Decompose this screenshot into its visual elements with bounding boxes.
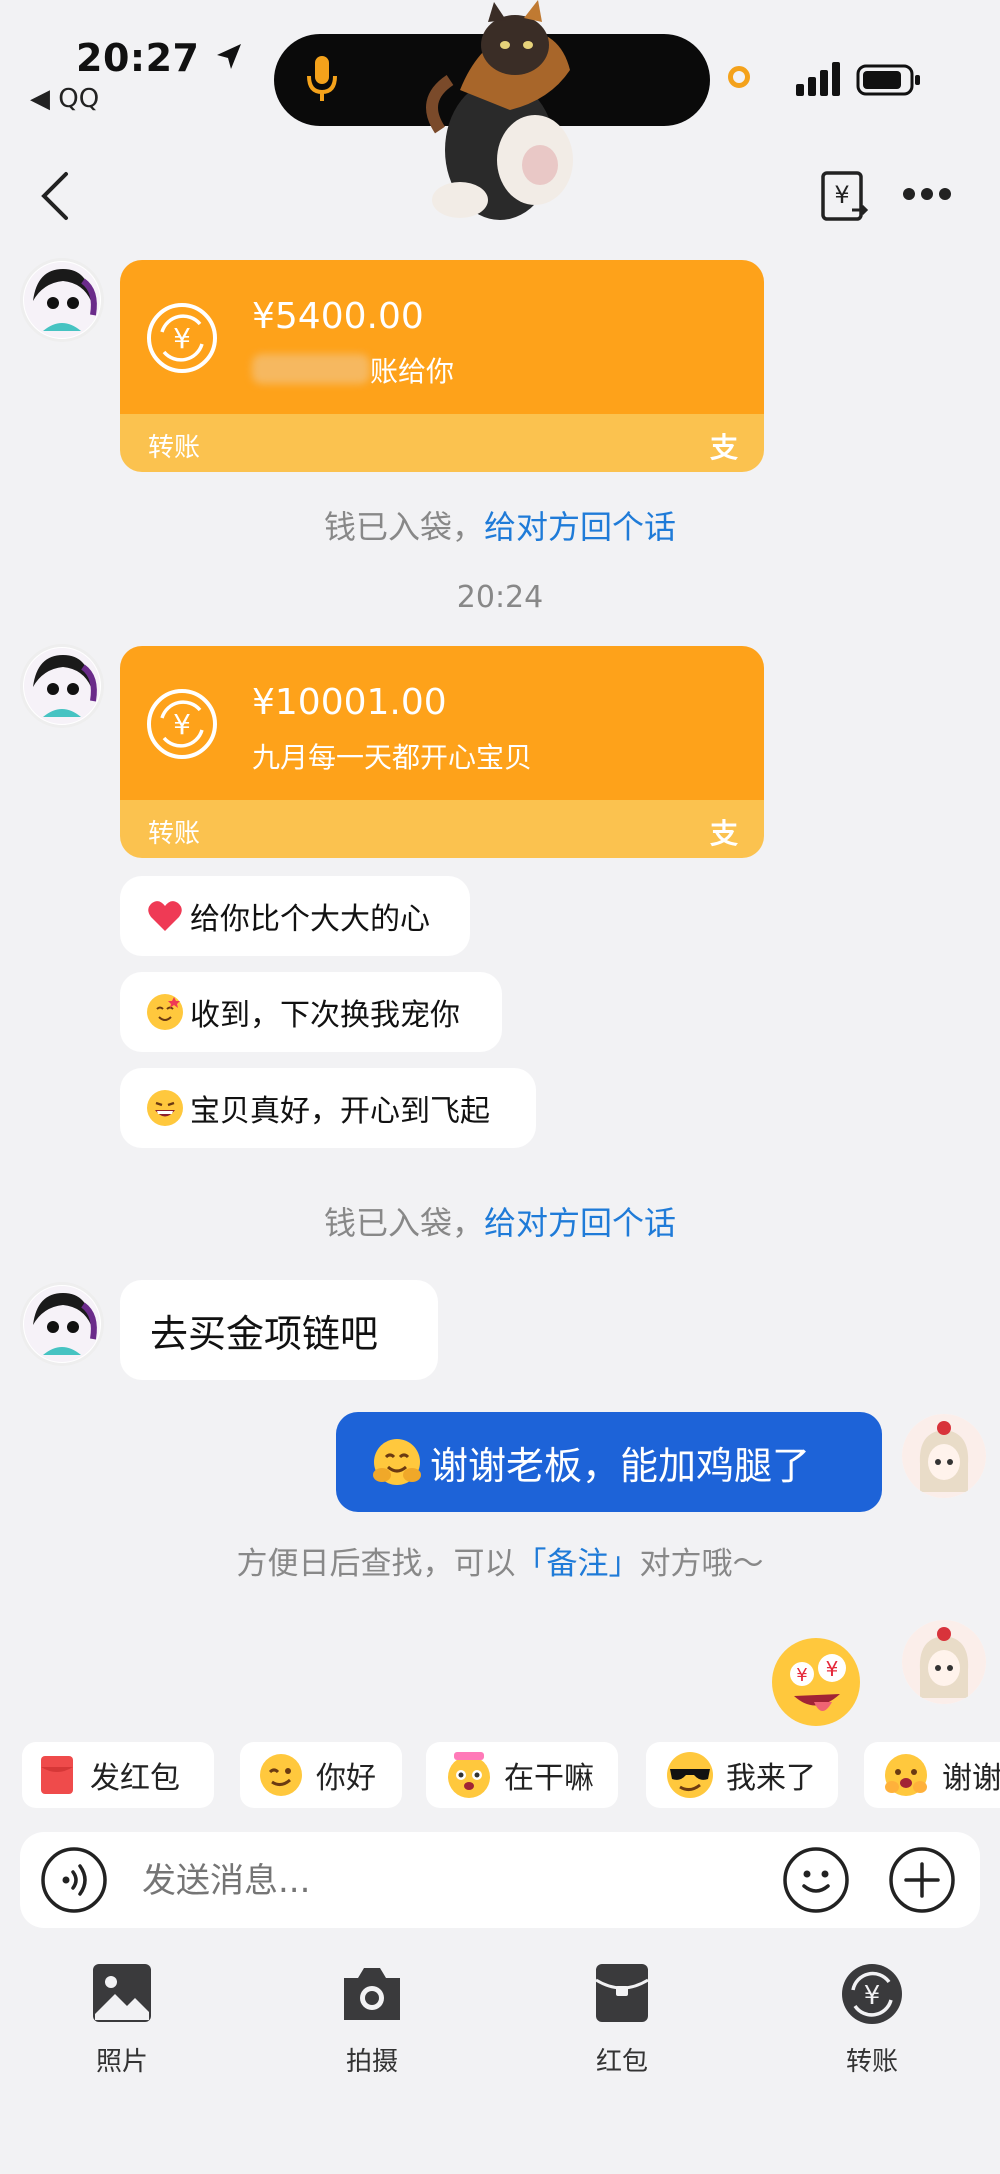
alipay-icon: 支: [709, 817, 738, 850]
hugging-face-emoji-icon: [373, 1439, 421, 1485]
message-bubble[interactable]: 收到，下次换我宠你: [120, 972, 502, 1052]
svg-text:¥: ¥: [826, 1657, 839, 1681]
message-input[interactable]: [140, 1852, 784, 1910]
svg-text:¥: ¥: [796, 1665, 807, 1686]
reply-link[interactable]: 给对方回个话: [484, 508, 676, 546]
toolbar-camera[interactable]: 拍摄: [302, 1962, 442, 2078]
svg-text:¥: ¥: [864, 1981, 881, 2011]
svg-text:¥: ¥: [173, 322, 191, 355]
sunglasses-emoji-icon: [667, 1752, 713, 1798]
transfer-card-1[interactable]: ¥ ¥5400.00 账给你 转账 支: [120, 260, 764, 472]
blurred-sender-name: [252, 354, 370, 384]
transfer-coin-icon: ¥: [147, 303, 217, 373]
loved-face-emoji-icon: [147, 994, 183, 1030]
more-options-icon[interactable]: [902, 186, 952, 202]
chat-timestamp: 20:24: [456, 580, 544, 615]
add-more-icon[interactable]: [888, 1846, 956, 1914]
curious-emoji-icon: [448, 1752, 490, 1798]
transfer-label: 转账: [148, 433, 201, 463]
my-avatar[interactable]: [902, 1414, 986, 1498]
quick-reply-what-doing[interactable]: 在干嘛: [426, 1742, 618, 1808]
transfer-label: 转账: [148, 819, 201, 849]
emoji-picker-icon[interactable]: [782, 1846, 850, 1914]
transfer-icon: ¥: [842, 1964, 902, 2024]
toolbar-red-packet-label: 红包: [595, 2047, 648, 2077]
red-packet-icon: [595, 1964, 649, 2022]
money-received-notice: 钱已入袋，给对方回个话: [323, 508, 677, 546]
quick-reply-red-packet[interactable]: 发红包: [22, 1742, 214, 1808]
back-to-app-label[interactable]: ◀ QQ: [30, 84, 99, 114]
recording-indicator-icon: [728, 66, 750, 88]
message-bubble[interactable]: 去买金项链吧: [120, 1280, 438, 1380]
transfer-history-icon[interactable]: ¥: [820, 170, 870, 224]
remark-link[interactable]: 「备注」: [516, 1546, 640, 1582]
toolbar-transfer-label: 转账: [845, 2047, 898, 2077]
heart-emoji-icon: [148, 901, 182, 931]
alipay-icon: 支: [709, 431, 738, 464]
photo-icon: [93, 1964, 151, 2022]
my-avatar[interactable]: [902, 1620, 986, 1704]
own-message-bubble[interactable]: 谢谢老板，能加鸡腿了: [336, 1412, 882, 1512]
transfer-note: 九月每一天都开心宝贝: [252, 741, 533, 774]
message-input-bar: [20, 1832, 980, 1928]
voice-input-icon[interactable]: [40, 1846, 108, 1914]
microphone-icon: [307, 56, 337, 101]
status-time: 20:27: [76, 36, 245, 80]
svg-text:¥: ¥: [834, 181, 849, 209]
toolbar-camera-label: 拍摄: [345, 2047, 398, 2077]
location-arrow-icon: [217, 44, 242, 69]
toolbar-red-packet[interactable]: 红包: [552, 1962, 692, 2078]
quick-reply-hello[interactable]: 你好: [240, 1742, 402, 1808]
contact-avatar[interactable]: [20, 644, 104, 728]
signal-icon: [796, 62, 840, 96]
money-eyes-emoji-sticker[interactable]: ¥ ¥: [770, 1636, 862, 1728]
transfer-amount: ¥10001.00: [252, 682, 447, 723]
back-chevron-icon[interactable]: [38, 170, 72, 222]
battery-icon: [856, 64, 920, 96]
remark-tip: 方便日后查找，可以「备注」对方哦～: [236, 1546, 764, 1582]
wink-emoji-icon: [260, 1754, 302, 1796]
contact-avatar[interactable]: [20, 258, 104, 342]
toolbar-transfer[interactable]: ¥ 转账: [802, 1962, 942, 2078]
camera-icon: [344, 1968, 400, 2020]
quick-reply-thanks[interactable]: 谢谢: [864, 1742, 1000, 1808]
transfer-note: 账给你: [370, 355, 455, 388]
svg-text:¥: ¥: [173, 708, 191, 741]
toolbar-photo-label: 照片: [95, 2047, 148, 2077]
reply-link[interactable]: 给对方回个话: [484, 1204, 676, 1242]
red-packet-icon: [41, 1756, 73, 1794]
message-bubble[interactable]: 宝贝真好，开心到飞起: [120, 1068, 536, 1148]
contact-avatar[interactable]: [20, 1282, 104, 1366]
quick-reply-coming[interactable]: 我来了: [646, 1742, 838, 1808]
grinning-emoji-icon: [147, 1090, 183, 1126]
toolbar-photo[interactable]: 照片: [52, 1962, 192, 2078]
money-received-notice: 钱已入袋，给对方回个话: [323, 1204, 677, 1242]
grateful-emoji-icon: [885, 1754, 927, 1796]
transfer-coin-icon: ¥: [147, 689, 217, 759]
transfer-amount: ¥5400.00: [252, 296, 424, 337]
transfer-card-2[interactable]: ¥ ¥10001.00 九月每一天都开心宝贝 转账 支: [120, 646, 764, 858]
message-bubble[interactable]: 给你比个大大的心: [120, 876, 470, 956]
cat-sticker-image: [426, 0, 573, 220]
